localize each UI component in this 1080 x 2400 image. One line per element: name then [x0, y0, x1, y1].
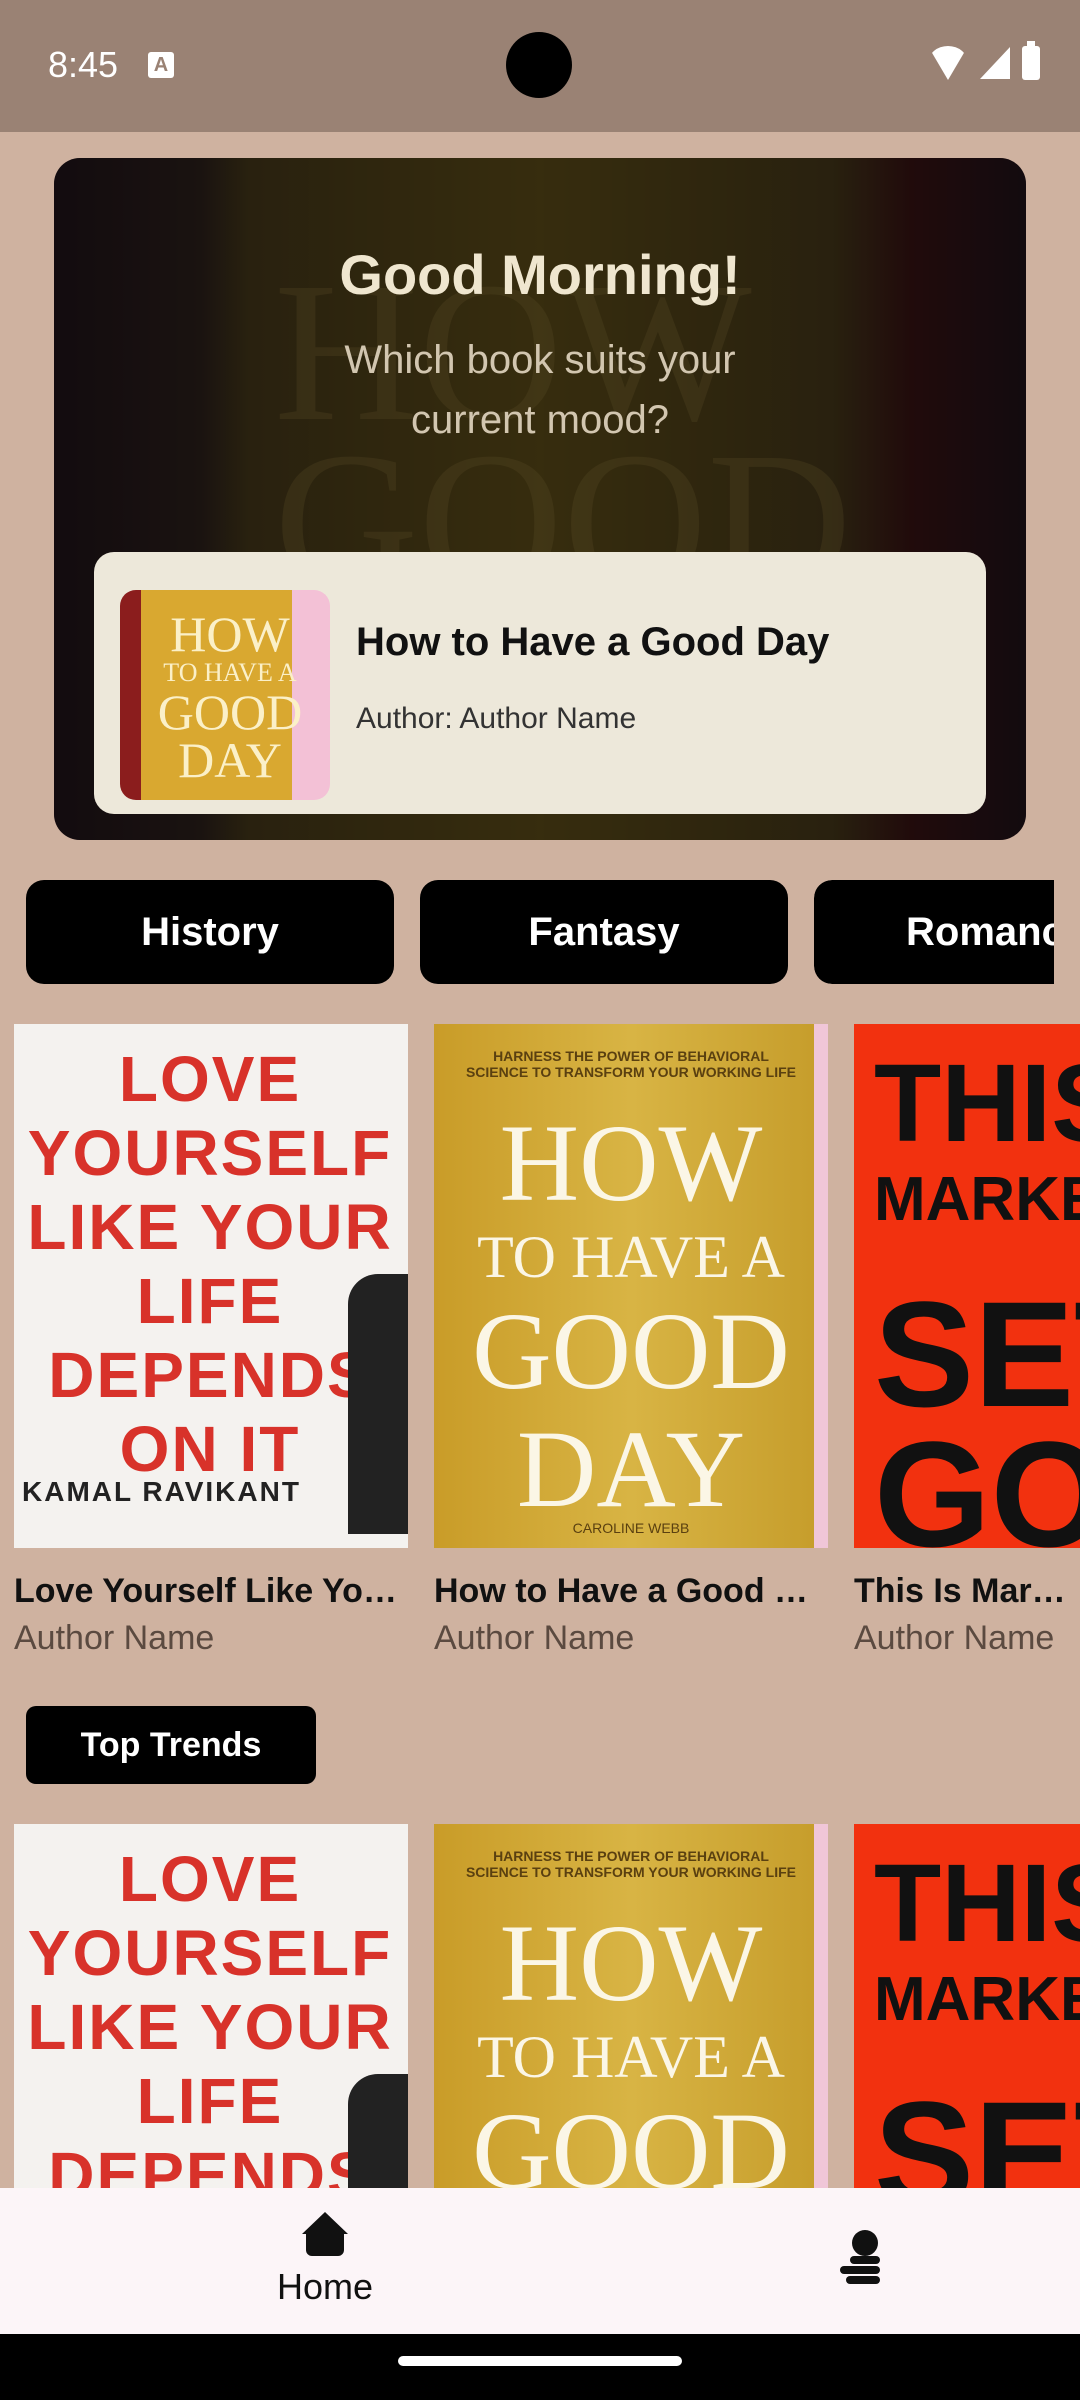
book-title: Love Yourself Like Your Life Depends on …	[14, 1572, 408, 1610]
category-chip-romance[interactable]: Romance	[814, 880, 1054, 984]
category-chip-fantasy[interactable]: Fantasy	[420, 880, 788, 984]
status-time: 8:45	[48, 44, 119, 85]
trend-book-card[interactable]: LOVEYOURSELFLIKE YOURLIFEDEPENDSON IT	[14, 1824, 408, 2188]
book-cover: HARNESS THE POWER OF BEHAVIORAL SCIENCE T…	[434, 1024, 828, 1548]
keyboard-notification-icon: A	[148, 52, 174, 78]
status-bar: 8:45 A	[0, 0, 1080, 132]
wifi-icon	[928, 46, 968, 80]
book-author: Author Name	[14, 1619, 215, 1657]
book-cover: THIS MARKETING SETH	[854, 1824, 1080, 2188]
book-cover: LOVE YOURSELF LIKE YOUR LIFE DEPENDS ON IT KA…	[14, 1024, 408, 1548]
featured-book-author: Author: Author Name	[356, 702, 637, 735]
book-cover: HARNESS THE POWER OF BEHAVIORAL SCIENCE T…	[434, 1824, 828, 2188]
book-author: Author Name	[854, 1619, 1055, 1657]
book-card[interactable]: HARNESS THE POWER OF BEHAVIORAL SCIENCE T…	[434, 1024, 828, 1658]
book-title: How to Have a Good Day	[434, 1572, 828, 1610]
signal-icon	[980, 47, 1010, 79]
featured-book-card[interactable]: HOW TO HAVE A GOOD DAY How to Have a Goo…	[94, 552, 986, 814]
featured-book-title: How to Have a Good Day	[356, 620, 830, 664]
home-icon	[302, 2212, 348, 2258]
greeting-title: Good Morning!	[339, 243, 741, 306]
book-cover: THIS MARKETING SETHGODIN	[854, 1024, 1080, 1548]
greeting-card: HOWGOOD Good Morning! Which book suits y…	[54, 158, 1026, 840]
book-card[interactable]: LOVE YOURSELF LIKE YOUR LIFE DEPENDS ON IT KA…	[14, 1024, 408, 1658]
battery-icon	[1022, 41, 1040, 80]
status-icons	[928, 41, 1040, 80]
system-navigation-bar	[0, 2334, 1080, 2400]
home-gesture-indicator[interactable]	[398, 2356, 682, 2366]
trend-book-card[interactable]: HARNESS THE POWER OF BEHAVIORAL SCIENCE T…	[434, 1824, 828, 2188]
book-author: Author Name	[434, 1619, 635, 1657]
book-cover: LOVEYOURSELFLIKE YOURLIFEDEPENDSON IT	[14, 1824, 408, 2188]
greeting-subtitle: Which book suits your current mood?	[344, 338, 736, 442]
nav-home[interactable]: Home	[260, 2212, 390, 2308]
camera-cutout	[506, 32, 572, 98]
mind-icon[interactable]	[840, 2230, 890, 2284]
book-card[interactable]: THIS MARKETING SETHGODIN This Is Marketi…	[854, 1024, 1080, 1658]
book-title: This Is Marketing	[854, 1572, 1080, 1610]
trend-book-card[interactable]: THIS MARKETING SETH	[854, 1824, 1080, 2188]
featured-book-cover: HOW TO HAVE A GOOD DAY	[120, 590, 330, 800]
category-chip-history[interactable]: History	[26, 880, 394, 984]
bottom-navigation: Home	[0, 2188, 1080, 2334]
top-trends-button[interactable]: Top Trends	[26, 1706, 316, 1784]
nav-home-label: Home	[276, 2266, 374, 2307]
